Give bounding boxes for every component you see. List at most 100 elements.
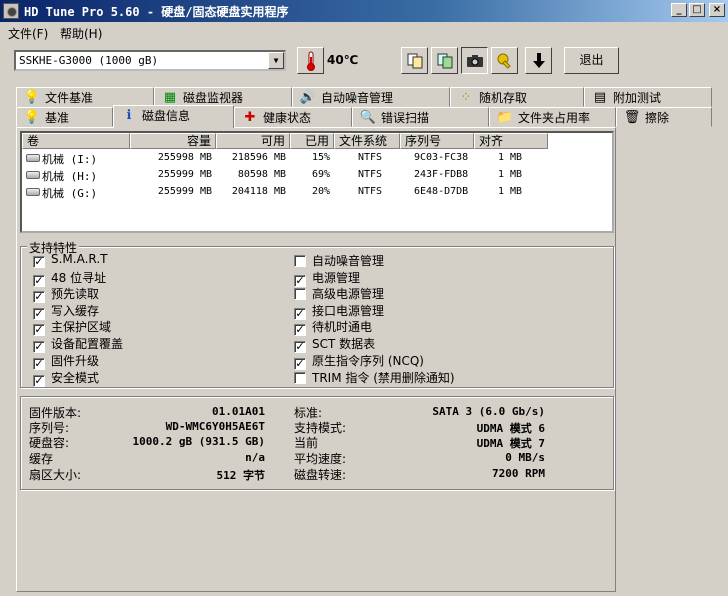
dice-icon: ⁘ [460,90,472,105]
feature-power-up-standby[interactable]: ✓ 待机时通电 [294,318,372,336]
sector-size-value: 512 字节 [216,469,266,482]
feature-read-ahead[interactable]: ✓ 预先读取 [33,285,99,303]
partition-list[interactable]: 卷 容量 可用 已用 文件系统 序列号 对齐 机械 (I:) 255998 MB… [20,131,614,233]
feature-dco[interactable]: ✓ 设备配置覆盖 [33,335,123,353]
copy-all-button[interactable] [431,47,458,74]
drive-select[interactable]: SSKHE-G3000 (1000 gB) ▼ [14,50,286,71]
alignment-cell: 1 MB [498,186,523,197]
maximize-button[interactable]: □ [689,3,705,17]
magnifier-icon: 🔍 [359,110,377,125]
copy-icon [407,53,422,69]
tab-aam[interactable]: 🔊 自动噪音管理 [292,87,450,107]
current-mode-value: UDMA 模式 7 [476,437,545,450]
feature-hpa[interactable]: ✓ 主保护区域 [33,318,111,336]
column-header-used[interactable]: 已用 [290,133,334,149]
free-cell: 218596 MB [231,152,286,163]
tab-folder-usage[interactable]: 📁 文件夹占用率 [489,107,616,127]
exit-button[interactable]: 退出 [564,47,619,74]
close-button[interactable]: × [709,3,725,17]
filesystem-cell: NTFS [358,152,383,163]
drive-select-value: SSKHE-G3000 (1000 gB) [19,54,159,67]
filesystem-cell: NTFS [358,169,383,180]
tab-error-scan[interactable]: 🔍 错误扫描 [352,107,489,127]
tab-disk-monitor[interactable]: ▦ 磁盘监视器 [154,87,292,107]
rotation-speed-value: 7200 RPM [492,467,545,480]
temperature-button[interactable] [297,47,324,74]
feature-security-mode[interactable]: ✓ 安全模式 [33,369,99,387]
checkbox[interactable]: ✓ [33,375,45,387]
info-label: 硬盘容: [29,436,70,450]
serial-cell: 6E48-D7DB [414,186,469,197]
cross-icon: ✚ [244,110,256,125]
serial-cell: 243F-FDB8 [414,169,469,180]
serial-cell: 9C03-FC38 [414,152,469,163]
used-cell: 20% [311,186,330,197]
download-button[interactable] [525,47,552,74]
column-header-free[interactable]: 可用 [216,133,290,149]
alignment-cell: 1 MB [498,152,523,163]
checkbox[interactable] [294,255,306,267]
feature-smart[interactable]: ✓ S.M.A.R.T [33,252,107,268]
column-header-volume[interactable]: 卷 [22,133,130,149]
minimize-button[interactable]: _ [671,3,687,17]
tab-file-benchmark[interactable]: 💡 文件基准 [16,87,154,107]
feature-ncq[interactable]: ✓ 原生指令序列 (NCQ) [294,352,424,370]
capacity-cell: 255998 MB [157,152,212,163]
capacity-cell: 255999 MB [157,169,212,180]
feature-apm[interactable]: 高级电源管理 [294,285,384,302]
feature-sct[interactable]: ✓ SCT 数据表 [294,335,375,353]
menu-help[interactable]: 帮助(H) [60,25,102,42]
free-cell: 204118 MB [231,186,286,197]
standard-value: SATA 3 (6.0 Gb/s) [432,405,545,418]
tab-random-access[interactable]: ⁘ 随机存取 [450,87,584,107]
drive-icon [26,154,40,162]
temperature-readout: 40℃ [327,53,359,67]
wrench-icon [497,53,511,69]
used-cell: 69% [311,169,330,180]
volume-name[interactable]: 机械 (H:) [42,168,97,184]
column-header-alignment[interactable]: 对齐 [474,133,548,149]
cache-value: n/a [245,451,265,464]
supported-features-group: 支持特性 ✓ S.M.A.R.T ✓ 48 位寻址 ✓ 预先读取 ✓ 写入缓存 ✓ 主保护… [20,239,614,388]
feature-trim[interactable]: TRIM 指令 (禁用删除通知) [294,369,455,386]
feature-aam[interactable]: 自动噪音管理 [294,252,384,269]
menu-bar: 文件(F) 帮助(H) [0,22,728,42]
bulb-icon: 💡 [23,90,41,105]
serial-value: WD-WMC6Y0H5AE6T [165,420,265,433]
copy-info-button[interactable] [401,47,428,74]
column-header-capacity[interactable]: 容量 [130,133,216,149]
info-icon: ℹ [126,108,132,123]
tab-erase[interactable]: 🗑 擦除 [616,107,712,127]
camera-icon [466,55,483,67]
bulb-icon: 💡 [23,110,41,125]
options-button[interactable] [491,47,518,74]
tab-health[interactable]: ✚ 健康状态 [234,107,352,127]
screenshot-button[interactable] [461,47,488,74]
folder-icon: 📁 [496,110,514,125]
column-header-filesystem[interactable]: 文件系统 [334,133,400,149]
thermometer-icon [306,51,315,71]
capacity-cell: 255999 MB [157,186,212,197]
trash-icon: 🗑 [623,110,641,125]
chevron-down-icon[interactable]: ▼ [268,52,284,69]
volume-name[interactable]: 机械 (G:) [42,185,97,201]
feature-firmware-upgrade[interactable]: ✓ 固件升级 [33,352,99,370]
checkbox[interactable] [294,288,306,300]
checkbox[interactable]: ✓ [33,256,45,268]
title-bar[interactable]: HD Tune Pro 5.60 - 硬盘/固态硬盘实用程序 _ □ × [0,0,728,22]
tab-disk-info[interactable]: ℹ 磁盘信息 [113,105,234,128]
free-cell: 80598 MB [237,169,286,180]
copy-all-icon [437,53,452,69]
drive-icon [26,188,40,196]
menu-file[interactable]: 文件(F) [8,25,48,42]
info-label: 缓存 [29,452,54,466]
info-label: 当前 [294,436,319,450]
info-label: 磁盘转速: [294,468,347,482]
checkbox[interactable] [294,372,306,384]
grid-icon: ▤ [593,90,607,105]
tab-extra-tests[interactable]: ▤ 附加测试 [584,87,712,107]
volume-name[interactable]: 机械 (I:) [42,151,97,167]
tab-benchmark[interactable]: 💡 基准 [16,107,113,127]
column-header-serial[interactable]: 序列号 [400,133,474,149]
app-disk-icon [3,3,19,19]
